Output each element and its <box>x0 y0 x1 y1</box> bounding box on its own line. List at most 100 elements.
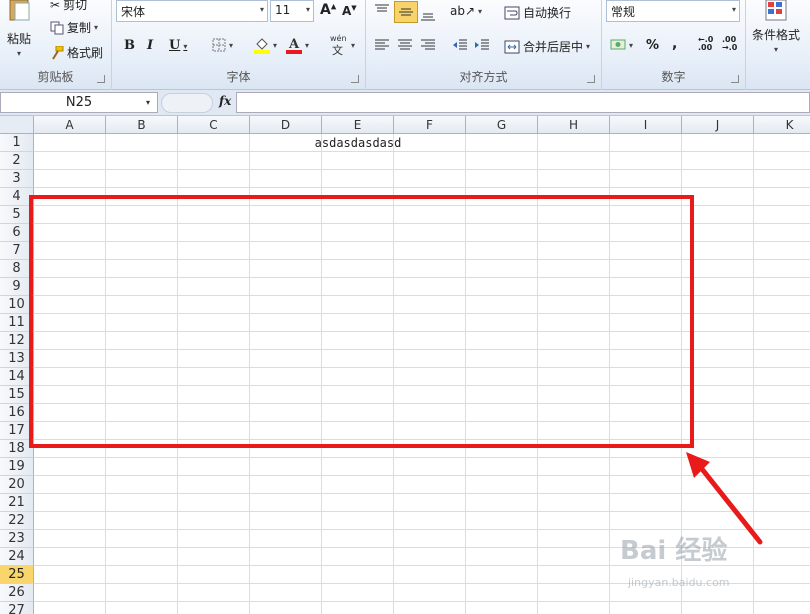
paste-dropdown-icon[interactable]: ▾ <box>17 49 21 58</box>
row-header-4[interactable]: 4 <box>0 188 34 206</box>
paste-icon <box>6 0 32 22</box>
alignment-group: ab↗ ▾ 自动换行 合并后居中 ▾ 对齐方式 <box>366 0 602 90</box>
alignment-launcher-icon[interactable] <box>587 75 595 83</box>
copy-button[interactable]: 复制 ▾ <box>50 19 98 36</box>
accounting-format-button[interactable]: ▾ <box>610 37 633 53</box>
column-header-a[interactable]: A <box>34 116 106 134</box>
row-header-6[interactable]: 6 <box>0 224 34 242</box>
row-header-10[interactable]: 10 <box>0 296 34 314</box>
watermark-brand: Bai 经验 <box>620 536 728 566</box>
scissors-icon: ✂ <box>50 0 61 12</box>
row-header-7[interactable]: 7 <box>0 242 34 260</box>
font-color-button[interactable]: A ▾ <box>286 36 309 54</box>
shrink-font-button[interactable]: A▼ <box>342 4 357 18</box>
formula-bar: N25 ▾ fx <box>0 90 810 116</box>
row-header-21[interactable]: 21 <box>0 494 34 512</box>
align-center-button[interactable] <box>397 38 413 52</box>
row-header-9[interactable]: 9 <box>0 278 34 296</box>
decrease-decimal-button[interactable]: .00 →.0 <box>722 36 737 52</box>
row-header-25[interactable]: 25 <box>0 566 34 584</box>
comma-button[interactable]: , <box>672 36 677 52</box>
align-left-button[interactable] <box>374 38 390 52</box>
row-header-23[interactable]: 23 <box>0 530 34 548</box>
column-header-e[interactable]: E <box>322 116 394 134</box>
row-header-5[interactable]: 5 <box>0 206 34 224</box>
svg-text:A: A <box>288 37 300 52</box>
merge-center-button[interactable]: 合并后居中 ▾ <box>504 38 590 55</box>
italic-label: I <box>147 38 154 53</box>
row-header-11[interactable]: 11 <box>0 314 34 332</box>
insert-function-icon[interactable]: fx <box>219 94 231 108</box>
font-size-value: 11 <box>275 3 291 17</box>
row-header-17[interactable]: 17 <box>0 422 34 440</box>
copy-dropdown-icon[interactable]: ▾ <box>94 23 98 32</box>
column-header-f[interactable]: F <box>394 116 466 134</box>
select-all-corner[interactable] <box>0 116 34 134</box>
row-header-19[interactable]: 19 <box>0 458 34 476</box>
column-header-i[interactable]: I <box>610 116 682 134</box>
middle-align-button[interactable] <box>394 1 418 23</box>
cell-e1[interactable]: asdasdasdasd <box>286 134 430 152</box>
underline-button[interactable]: U ▾ <box>169 38 187 53</box>
wrap-text-button[interactable]: 自动换行 <box>504 4 571 21</box>
row-header-14[interactable]: 14 <box>0 368 34 386</box>
cut-button[interactable]: ✂ 剪切 <box>50 0 87 13</box>
bottom-align-button[interactable] <box>420 8 436 22</box>
clipboard-launcher-icon[interactable] <box>97 75 105 83</box>
row-header-22[interactable]: 22 <box>0 512 34 530</box>
font-size-select[interactable]: 11 ▾ <box>270 0 314 22</box>
chevron-down-icon: ▾ <box>731 5 736 14</box>
name-box[interactable]: N25 <box>0 92 158 113</box>
column-header-g[interactable]: G <box>466 116 538 134</box>
row-header-1[interactable]: 1 <box>0 134 34 152</box>
row-header-8[interactable]: 8 <box>0 260 34 278</box>
row-header-20[interactable]: 20 <box>0 476 34 494</box>
borders-button[interactable]: ▾ <box>212 38 233 52</box>
number-format-select[interactable]: 常规 ▾ <box>606 0 740 22</box>
chevron-down-icon: ▾ <box>259 5 264 14</box>
grow-font-button[interactable]: A▲ <box>320 2 336 18</box>
paste-button[interactable]: 粘贴 ▾ <box>6 0 32 58</box>
column-header-h[interactable]: H <box>538 116 610 134</box>
comma-label: , <box>672 36 678 52</box>
chevron-down-icon[interactable]: ▾ <box>146 98 150 107</box>
formula-controls <box>161 93 213 113</box>
font-group-label: 字体 <box>226 70 251 84</box>
row-header-18[interactable]: 18 <box>0 440 34 458</box>
row-header-24[interactable]: 24 <box>0 548 34 566</box>
row-header-3[interactable]: 3 <box>0 170 34 188</box>
font-name-select[interactable]: 宋体 ▾ <box>116 0 268 22</box>
column-header-k[interactable]: K <box>754 116 810 134</box>
formula-input[interactable] <box>236 92 810 113</box>
increase-decimal-button[interactable]: ←.0.00 <box>698 36 713 52</box>
orientation-button[interactable]: ab↗ ▾ <box>450 4 482 18</box>
row-header-26[interactable]: 26 <box>0 584 34 602</box>
watermark-url: jingyan.baidu.com <box>628 576 730 589</box>
conditional-format-button[interactable]: 条件格式 ▾ <box>752 0 800 54</box>
increase-indent-button[interactable] <box>474 38 490 52</box>
column-header-j[interactable]: J <box>682 116 754 134</box>
styles-group: 条件格式 ▾ <box>746 0 810 90</box>
number-launcher-icon[interactable] <box>731 75 739 83</box>
row-header-15[interactable]: 15 <box>0 386 34 404</box>
format-painter-button[interactable]: 格式刷 <box>50 44 103 61</box>
row-header-2[interactable]: 2 <box>0 152 34 170</box>
align-right-button[interactable] <box>420 38 436 52</box>
bold-button[interactable]: B <box>124 38 135 53</box>
column-header-d[interactable]: D <box>250 116 322 134</box>
column-header-b[interactable]: B <box>106 116 178 134</box>
decrease-indent-button[interactable] <box>452 38 468 52</box>
top-align-button[interactable] <box>374 4 390 18</box>
fill-color-button[interactable]: ▾ <box>254 36 277 54</box>
italic-button[interactable]: I <box>147 38 153 53</box>
row-header-27[interactable]: 27 <box>0 602 34 614</box>
row-header-13[interactable]: 13 <box>0 350 34 368</box>
phonetic-button[interactable]: wén 文 ▾ <box>330 34 355 57</box>
percent-button[interactable]: % <box>646 38 659 53</box>
font-launcher-icon[interactable] <box>351 75 359 83</box>
wrap-text-icon <box>504 6 520 20</box>
align-bottom-icon <box>420 8 436 22</box>
row-header-12[interactable]: 12 <box>0 332 34 350</box>
column-header-c[interactable]: C <box>178 116 250 134</box>
row-header-16[interactable]: 16 <box>0 404 34 422</box>
